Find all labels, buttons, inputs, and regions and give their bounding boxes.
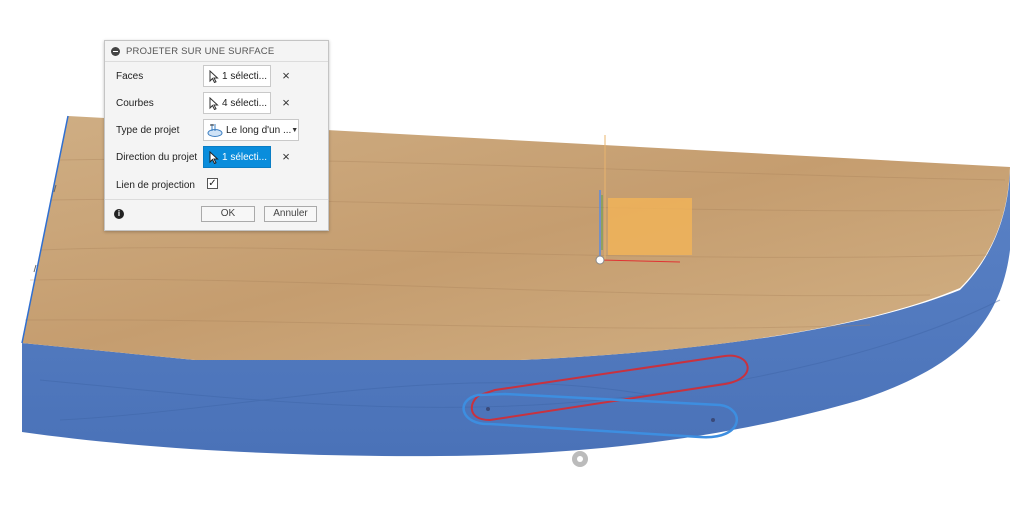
row-faces: Faces 1 sélecti... × <box>105 65 328 89</box>
project-to-surface-dialog: PROJETER SUR UNE SURFACE Faces 1 sélecti… <box>104 40 329 231</box>
cursor-select-icon <box>209 96 219 110</box>
cursor-select-icon <box>209 69 219 83</box>
curves-select-button[interactable]: 4 sélecti... <box>203 92 271 114</box>
row-project-type: Type de projet Le long d'un ... ▼ <box>105 119 328 143</box>
project-direction-select-button[interactable]: 1 sélecti... <box>203 146 271 168</box>
chevron-down-icon: ▼ <box>291 126 299 134</box>
collapse-icon[interactable] <box>111 46 120 56</box>
project-type-icon <box>207 124 223 137</box>
projection-link-label: Lien de projection <box>116 180 195 191</box>
faces-label: Faces <box>116 71 144 82</box>
cancel-button[interactable]: Annuler <box>264 206 317 222</box>
footer-divider <box>105 199 328 200</box>
projection-link-checkbox[interactable]: ✓ <box>207 178 218 189</box>
row-projection-link: Lien de projection ✓ <box>105 174 328 198</box>
orbit-icon <box>572 451 588 467</box>
curves-value: 4 sélecti... <box>222 97 268 109</box>
faces-select-button[interactable]: 1 sélecti... <box>203 65 271 87</box>
plane-manipulator <box>608 198 692 255</box>
project-direction-value: 1 sélecti... <box>222 151 268 163</box>
curves-label: Courbes <box>116 98 154 109</box>
project-direction-label: Direction du projet <box>116 152 198 163</box>
project-type-label: Type de projet <box>116 125 180 136</box>
row-project-direction: Direction du projet 1 sélecti... × <box>105 146 328 170</box>
row-curves: Courbes 4 sélecti... × <box>105 92 328 116</box>
dialog-header[interactable]: PROJETER SUR UNE SURFACE <box>105 41 328 62</box>
curves-clear-icon[interactable]: × <box>280 96 292 109</box>
info-icon[interactable]: i <box>114 209 124 219</box>
faces-value: 1 sélecti... <box>222 70 268 82</box>
dialog-title: PROJETER SUR UNE SURFACE <box>126 45 275 57</box>
project-direction-clear-icon[interactable]: × <box>280 150 292 163</box>
cursor-select-icon <box>209 150 219 164</box>
project-type-dropdown[interactable]: Le long d'un ... ▼ <box>203 119 299 141</box>
ok-button[interactable]: OK <box>201 206 255 222</box>
project-type-value: Le long d'un ... <box>226 124 292 136</box>
faces-clear-icon[interactable]: × <box>280 69 292 82</box>
